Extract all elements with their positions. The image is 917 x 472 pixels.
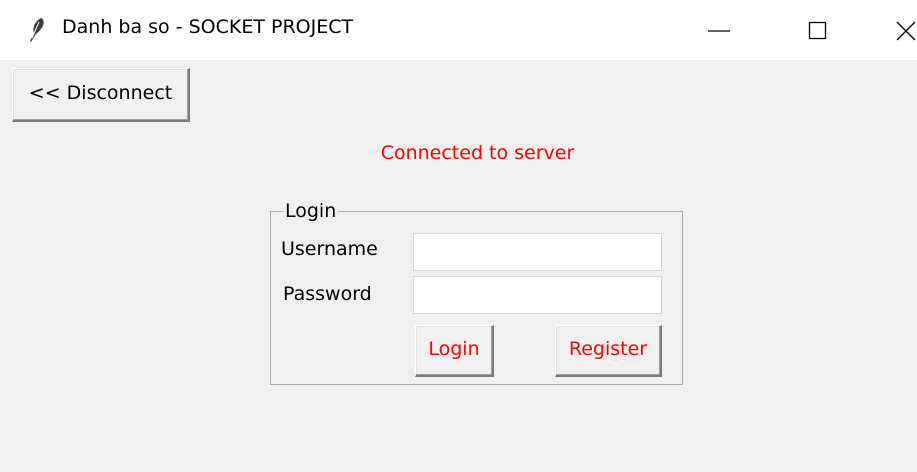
password-input[interactable] [413, 276, 662, 314]
feather-icon [24, 16, 48, 44]
username-label: Username [281, 238, 378, 260]
password-label: Password [283, 283, 372, 305]
disconnect-button[interactable]: << Disconnect [12, 68, 190, 122]
login-group: Login Username Password Login Register [270, 199, 683, 385]
client-area: << Disconnect Connected to server Login … [0, 60, 917, 472]
app-window: Danh ba so - SOCKET PROJECT << Disconnec… [0, 0, 917, 472]
username-input[interactable] [413, 233, 662, 271]
register-button[interactable]: Register [555, 325, 662, 377]
login-button[interactable]: Login [415, 325, 494, 377]
maximize-button[interactable] [790, 0, 850, 60]
close-button[interactable] [872, 0, 917, 60]
window-title: Danh ba so - SOCKET PROJECT [62, 16, 354, 38]
login-group-title: Login [283, 199, 339, 223]
connection-status: Connected to server [380, 142, 575, 164]
title-bar[interactable]: Danh ba so - SOCKET PROJECT [0, 0, 917, 60]
minimize-button[interactable] [690, 0, 750, 60]
